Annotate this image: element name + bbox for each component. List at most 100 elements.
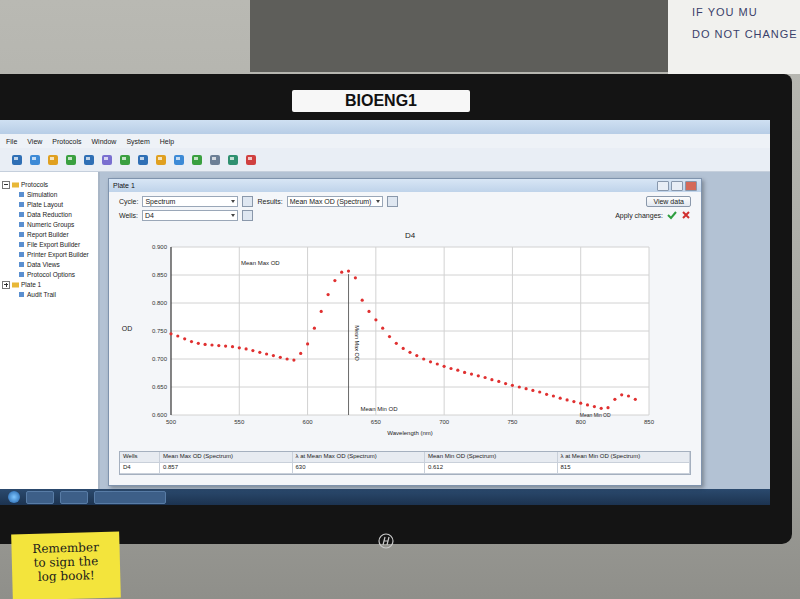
plot-area: [171, 247, 649, 415]
toolbar: [0, 148, 770, 172]
tool-icon[interactable]: [100, 153, 114, 167]
check-icon[interactable]: [667, 210, 677, 220]
tool-icon[interactable]: [118, 153, 132, 167]
dropdown-arrow-icon: [231, 214, 235, 217]
tree-item[interactable]: Audit Trail: [2, 290, 96, 299]
tool-icon[interactable]: [154, 153, 168, 167]
start-button[interactable]: [8, 491, 20, 503]
tool-icon[interactable]: [244, 153, 258, 167]
monitor-label: BIOENG1: [292, 90, 470, 112]
x-tick: 700: [439, 419, 450, 425]
tree-item[interactable]: Numeric Groups: [2, 220, 96, 229]
max-annotation: Mean Max OD: [241, 260, 280, 266]
tree-item[interactable]: Protocol Options: [2, 270, 96, 279]
tree-item[interactable]: Protocols: [2, 180, 96, 189]
tree-item[interactable]: Simulation: [2, 190, 96, 199]
window-buttons: [657, 181, 697, 191]
data-point: [245, 347, 248, 350]
tree-label: Data Views: [27, 261, 60, 268]
tool-icon[interactable]: [82, 153, 96, 167]
taskbar-button[interactable]: [94, 491, 166, 504]
workspace: Protocols SimulationPlate LayoutData Redu…: [0, 172, 770, 489]
x-tick: 500: [166, 419, 177, 425]
tree-label: Report Builder: [27, 231, 69, 238]
tree-label: Printer Export Builder: [27, 251, 89, 258]
mdi-area: Plate 1 Cycle:SpectrumResults:Mean Max OD…: [100, 172, 770, 489]
tool-icon[interactable]: [190, 153, 204, 167]
grid-line: [171, 303, 649, 304]
tool-icon[interactable]: [64, 153, 78, 167]
taskbar: [0, 489, 770, 505]
column-header: λ at Mean Min OD (Spectrum): [558, 452, 691, 463]
results-dropdown[interactable]: Mean Max OD (Spectrum): [287, 196, 383, 207]
selector-line: Cycle:SpectrumResults:Mean Max OD (Spect…: [119, 196, 398, 207]
data-point: [456, 369, 459, 372]
wells-dropdown[interactable]: D4: [142, 210, 238, 221]
data-point: [511, 384, 514, 387]
menu-item[interactable]: System: [126, 138, 149, 145]
wells-button[interactable]: [242, 210, 253, 221]
data-point: [606, 406, 609, 409]
menu-item[interactable]: Window: [92, 138, 117, 145]
tool-icon[interactable]: [28, 153, 42, 167]
tree-item[interactable]: File Export Builder: [2, 240, 96, 249]
results-button[interactable]: [387, 196, 398, 207]
tree-item[interactable]: Printer Export Builder: [2, 250, 96, 259]
tree-item[interactable]: Data Reduction: [2, 210, 96, 219]
chart-title: D4: [405, 231, 416, 240]
x-tick: 800: [576, 419, 587, 425]
tree-label: Protocols: [21, 181, 48, 188]
taskbar-button[interactable]: [60, 491, 88, 504]
data-point: [190, 340, 193, 343]
tree-item[interactable]: Report Builder: [2, 230, 96, 239]
close-button[interactable]: [685, 181, 697, 191]
cancel-icon[interactable]: [681, 210, 691, 220]
y-tick: 0.900: [152, 244, 168, 250]
data-point: [634, 398, 637, 401]
tool-icon[interactable]: [208, 153, 222, 167]
hp-logo-icon: [378, 533, 394, 549]
data-point: [572, 400, 575, 403]
maximize-button[interactable]: [671, 181, 683, 191]
y-tick: 0.650: [152, 384, 168, 390]
menu-item[interactable]: View: [27, 138, 42, 145]
grid-line: [375, 247, 376, 415]
tool-icon[interactable]: [10, 153, 24, 167]
minimize-button[interactable]: [657, 181, 669, 191]
expander-icon[interactable]: [2, 281, 10, 289]
tree-item[interactable]: Data Views: [2, 260, 96, 269]
menu-item[interactable]: File: [6, 138, 17, 145]
tree-item[interactable]: Plate Layout: [2, 200, 96, 209]
x-tick: 600: [303, 419, 314, 425]
data-point: [402, 347, 405, 350]
data-point: [210, 343, 213, 346]
cycle-button[interactable]: [242, 196, 253, 207]
controls: Cycle:SpectrumResults:Mean Max OD (Spect…: [109, 192, 701, 225]
tool-icon[interactable]: [226, 153, 240, 167]
tree-item[interactable]: Plate 1: [2, 280, 96, 289]
taskbar-button[interactable]: [26, 491, 54, 504]
data-point: [238, 346, 241, 349]
tree-label: Audit Trail: [27, 291, 56, 298]
view-data-button[interactable]: View data: [646, 196, 691, 207]
data-point: [497, 380, 500, 383]
data-point: [327, 293, 330, 296]
menu-item[interactable]: Help: [160, 138, 174, 145]
tool-icon[interactable]: [46, 153, 60, 167]
tool-icon[interactable]: [136, 153, 150, 167]
window-title: Plate 1: [113, 182, 135, 189]
expander-minus: [4, 184, 8, 185]
max-line-annotation: Mean Max OD: [354, 325, 360, 360]
grid-line: [444, 247, 445, 415]
data-point: [490, 378, 493, 381]
grid-line: [512, 247, 513, 415]
y-axis-label: OD: [122, 325, 133, 332]
expander-icon[interactable]: [2, 181, 10, 189]
cycle-dropdown[interactable]: Spectrum: [142, 196, 238, 207]
results-value: Mean Max OD (Spectrum): [290, 198, 372, 205]
column-header: λ at Mean Max OD (Spectrum): [293, 452, 426, 463]
y-tick: 0.800: [152, 300, 168, 306]
data-point: [279, 356, 282, 359]
tool-icon[interactable]: [172, 153, 186, 167]
menu-item[interactable]: Protocols: [52, 138, 81, 145]
